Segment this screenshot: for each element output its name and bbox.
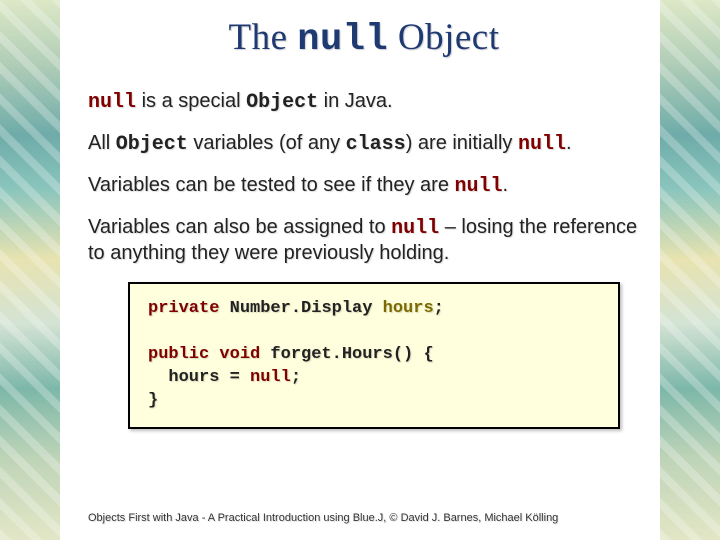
code-l3c: ; [291, 368, 301, 387]
p4-null: null [391, 217, 439, 240]
title-pre: The [229, 17, 298, 58]
code-l2b: forget.Hours() { [260, 345, 433, 364]
code-l3a: hours = [148, 368, 250, 387]
p1-text: is a special [136, 90, 246, 112]
paragraph-4: Variables can also be assigned to null –… [88, 215, 640, 266]
slide-footer: Objects First with Java - A Practical In… [88, 512, 640, 524]
code-l4: } [148, 391, 158, 410]
p4-s1: Variables can also be assigned to [88, 216, 391, 238]
p2-s3: variables (of any [188, 132, 346, 154]
code-kw-private: private [148, 299, 219, 318]
code-l1b: Number.Display [219, 299, 382, 318]
paragraph-1: null is a special Object in Java. [88, 89, 640, 115]
p2-s1: All [88, 132, 116, 154]
code-example: private Number.Display hours; public voi… [128, 282, 620, 429]
p3-s3: . [503, 174, 509, 196]
slide-title: The null Object [88, 16, 640, 61]
slide-content: The null Object null is a special Object… [60, 0, 660, 540]
p2-class: class [346, 133, 406, 156]
decorative-strip-right [660, 0, 720, 540]
code-id-hours: hours [383, 299, 434, 318]
p2-s5: ) are initially [406, 132, 518, 154]
code-kw-public-void: public void [148, 345, 260, 364]
paragraph-3: Variables can be tested to see if they a… [88, 173, 640, 199]
title-keyword: null [297, 19, 388, 61]
p1-kw-null: null [88, 91, 136, 114]
p3-s1: Variables can be tested to see if they a… [88, 174, 455, 196]
title-post: Object [388, 17, 499, 58]
p2-object: Object [116, 133, 188, 156]
code-blank [148, 322, 158, 341]
p2-s7: . [566, 132, 572, 154]
p1-object: Object [246, 91, 318, 114]
p3-null: null [455, 175, 503, 198]
p2-null: null [518, 133, 566, 156]
code-kw-null: null [250, 368, 291, 387]
decorative-strip-left [0, 0, 60, 540]
paragraph-2: All Object variables (of any class) are … [88, 131, 640, 157]
p1-tail: in Java. [318, 90, 392, 112]
code-l1d: ; [434, 299, 444, 318]
